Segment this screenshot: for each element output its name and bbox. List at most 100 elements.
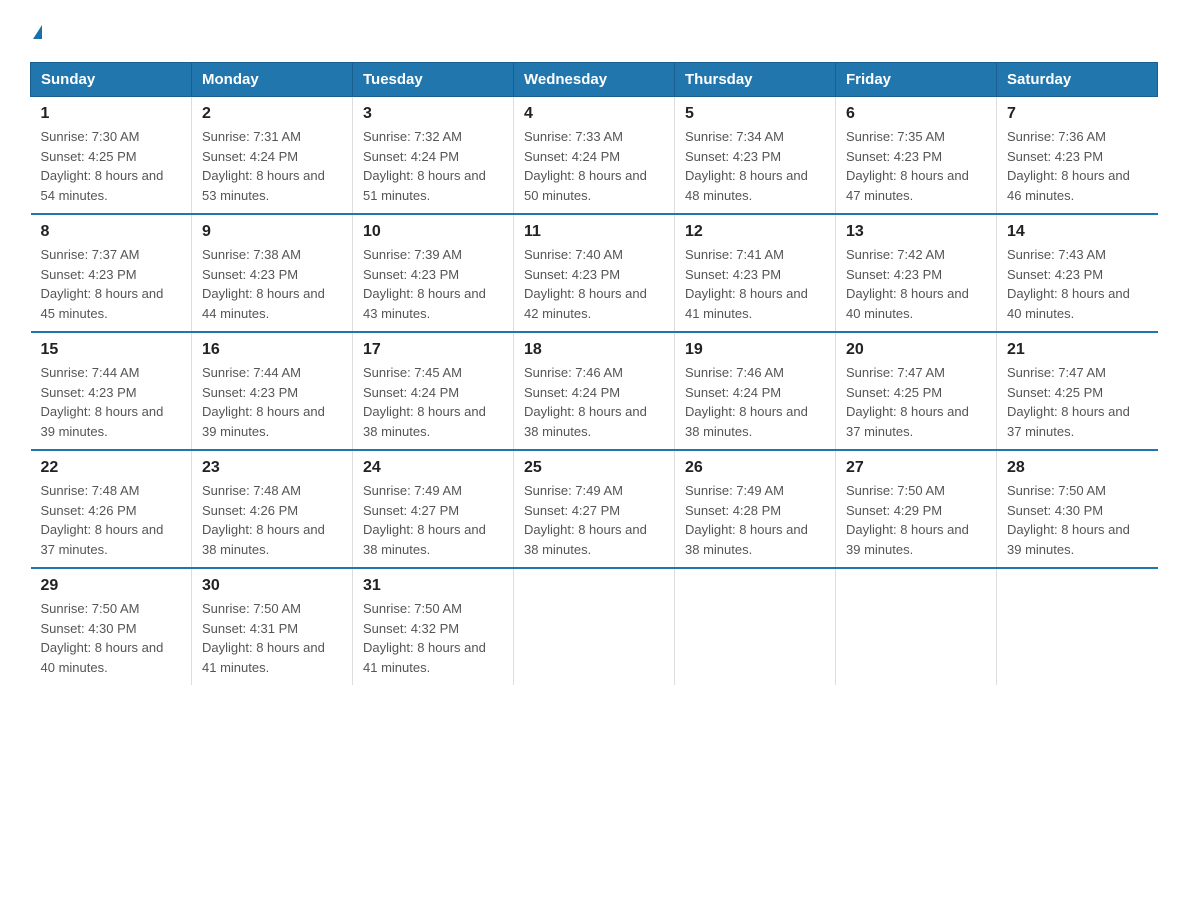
sunrise-label: Sunrise: 7:41 AM — [685, 247, 784, 262]
day-info: Sunrise: 7:47 AM Sunset: 4:25 PM Dayligh… — [846, 363, 986, 441]
calendar-cell: 29 Sunrise: 7:50 AM Sunset: 4:30 PM Dayl… — [31, 568, 192, 685]
day-info: Sunrise: 7:49 AM Sunset: 4:27 PM Dayligh… — [363, 481, 503, 559]
calendar-cell: 3 Sunrise: 7:32 AM Sunset: 4:24 PM Dayli… — [353, 97, 514, 215]
sunset-label: Sunset: 4:26 PM — [41, 503, 137, 518]
header-tuesday: Tuesday — [353, 63, 514, 97]
logo-triangle-icon — [33, 25, 42, 39]
header-sunday: Sunday — [31, 63, 192, 97]
calendar-cell — [997, 568, 1158, 685]
calendar-cell: 26 Sunrise: 7:49 AM Sunset: 4:28 PM Dayl… — [675, 450, 836, 568]
calendar-cell: 17 Sunrise: 7:45 AM Sunset: 4:24 PM Dayl… — [353, 332, 514, 450]
sunset-label: Sunset: 4:24 PM — [524, 385, 620, 400]
daylight-label: Daylight: 8 hours and 54 minutes. — [41, 168, 164, 203]
sunrise-label: Sunrise: 7:37 AM — [41, 247, 140, 262]
sunrise-label: Sunrise: 7:50 AM — [363, 601, 462, 616]
calendar-cell: 8 Sunrise: 7:37 AM Sunset: 4:23 PM Dayli… — [31, 214, 192, 332]
sunset-label: Sunset: 4:23 PM — [1007, 149, 1103, 164]
day-number: 16 — [202, 341, 342, 359]
day-number: 18 — [524, 341, 664, 359]
daylight-label: Daylight: 8 hours and 39 minutes. — [1007, 522, 1130, 557]
calendar-cell: 11 Sunrise: 7:40 AM Sunset: 4:23 PM Dayl… — [514, 214, 675, 332]
calendar-cell: 25 Sunrise: 7:49 AM Sunset: 4:27 PM Dayl… — [514, 450, 675, 568]
sunrise-label: Sunrise: 7:48 AM — [41, 483, 140, 498]
day-info: Sunrise: 7:33 AM Sunset: 4:24 PM Dayligh… — [524, 127, 664, 205]
sunset-label: Sunset: 4:25 PM — [846, 385, 942, 400]
day-info: Sunrise: 7:50 AM Sunset: 4:30 PM Dayligh… — [1007, 481, 1148, 559]
sunset-label: Sunset: 4:24 PM — [685, 385, 781, 400]
week-row-4: 22 Sunrise: 7:48 AM Sunset: 4:26 PM Dayl… — [31, 450, 1158, 568]
day-number: 19 — [685, 341, 825, 359]
daylight-label: Daylight: 8 hours and 37 minutes. — [846, 404, 969, 439]
sunrise-label: Sunrise: 7:47 AM — [846, 365, 945, 380]
day-info: Sunrise: 7:44 AM Sunset: 4:23 PM Dayligh… — [41, 363, 182, 441]
sunset-label: Sunset: 4:27 PM — [524, 503, 620, 518]
day-number: 8 — [41, 223, 182, 241]
day-info: Sunrise: 7:37 AM Sunset: 4:23 PM Dayligh… — [41, 245, 182, 323]
sunrise-label: Sunrise: 7:43 AM — [1007, 247, 1106, 262]
header-wednesday: Wednesday — [514, 63, 675, 97]
daylight-label: Daylight: 8 hours and 41 minutes. — [685, 286, 808, 321]
calendar-cell: 13 Sunrise: 7:42 AM Sunset: 4:23 PM Dayl… — [836, 214, 997, 332]
sunset-label: Sunset: 4:23 PM — [363, 267, 459, 282]
sunrise-label: Sunrise: 7:35 AM — [846, 129, 945, 144]
day-number: 10 — [363, 223, 503, 241]
daylight-label: Daylight: 8 hours and 48 minutes. — [685, 168, 808, 203]
day-number: 13 — [846, 223, 986, 241]
sunrise-label: Sunrise: 7:50 AM — [846, 483, 945, 498]
day-number: 17 — [363, 341, 503, 359]
logo — [30, 20, 42, 52]
sunrise-label: Sunrise: 7:34 AM — [685, 129, 784, 144]
sunset-label: Sunset: 4:30 PM — [1007, 503, 1103, 518]
calendar-cell: 14 Sunrise: 7:43 AM Sunset: 4:23 PM Dayl… — [997, 214, 1158, 332]
sunrise-label: Sunrise: 7:47 AM — [1007, 365, 1106, 380]
sunrise-label: Sunrise: 7:36 AM — [1007, 129, 1106, 144]
sunset-label: Sunset: 4:23 PM — [685, 267, 781, 282]
sunset-label: Sunset: 4:23 PM — [846, 149, 942, 164]
sunset-label: Sunset: 4:23 PM — [41, 385, 137, 400]
sunrise-label: Sunrise: 7:48 AM — [202, 483, 301, 498]
sunrise-label: Sunrise: 7:46 AM — [685, 365, 784, 380]
sunset-label: Sunset: 4:23 PM — [41, 267, 137, 282]
sunrise-label: Sunrise: 7:50 AM — [202, 601, 301, 616]
sunset-label: Sunset: 4:23 PM — [846, 267, 942, 282]
calendar-cell: 27 Sunrise: 7:50 AM Sunset: 4:29 PM Dayl… — [836, 450, 997, 568]
calendar-cell: 21 Sunrise: 7:47 AM Sunset: 4:25 PM Dayl… — [997, 332, 1158, 450]
daylight-label: Daylight: 8 hours and 38 minutes. — [524, 404, 647, 439]
sunset-label: Sunset: 4:28 PM — [685, 503, 781, 518]
day-info: Sunrise: 7:46 AM Sunset: 4:24 PM Dayligh… — [524, 363, 664, 441]
calendar-cell: 16 Sunrise: 7:44 AM Sunset: 4:23 PM Dayl… — [192, 332, 353, 450]
day-number: 23 — [202, 459, 342, 477]
daylight-label: Daylight: 8 hours and 50 minutes. — [524, 168, 647, 203]
day-number: 26 — [685, 459, 825, 477]
daylight-label: Daylight: 8 hours and 38 minutes. — [685, 404, 808, 439]
sunrise-label: Sunrise: 7:39 AM — [363, 247, 462, 262]
sunrise-label: Sunrise: 7:44 AM — [41, 365, 140, 380]
day-info: Sunrise: 7:45 AM Sunset: 4:24 PM Dayligh… — [363, 363, 503, 441]
sunset-label: Sunset: 4:32 PM — [363, 621, 459, 636]
daylight-label: Daylight: 8 hours and 38 minutes. — [202, 522, 325, 557]
daylight-label: Daylight: 8 hours and 45 minutes. — [41, 286, 164, 321]
sunrise-label: Sunrise: 7:30 AM — [41, 129, 140, 144]
calendar-cell: 2 Sunrise: 7:31 AM Sunset: 4:24 PM Dayli… — [192, 97, 353, 215]
day-number: 20 — [846, 341, 986, 359]
week-row-1: 1 Sunrise: 7:30 AM Sunset: 4:25 PM Dayli… — [31, 97, 1158, 215]
sunrise-label: Sunrise: 7:46 AM — [524, 365, 623, 380]
daylight-label: Daylight: 8 hours and 46 minutes. — [1007, 168, 1130, 203]
day-number: 5 — [685, 105, 825, 123]
calendar-header: SundayMondayTuesdayWednesdayThursdayFrid… — [31, 63, 1158, 97]
calendar-cell: 23 Sunrise: 7:48 AM Sunset: 4:26 PM Dayl… — [192, 450, 353, 568]
calendar-cell: 28 Sunrise: 7:50 AM Sunset: 4:30 PM Dayl… — [997, 450, 1158, 568]
daylight-label: Daylight: 8 hours and 39 minutes. — [846, 522, 969, 557]
calendar-cell — [675, 568, 836, 685]
daylight-label: Daylight: 8 hours and 40 minutes. — [1007, 286, 1130, 321]
sunset-label: Sunset: 4:29 PM — [846, 503, 942, 518]
daylight-label: Daylight: 8 hours and 42 minutes. — [524, 286, 647, 321]
day-info: Sunrise: 7:34 AM Sunset: 4:23 PM Dayligh… — [685, 127, 825, 205]
daylight-label: Daylight: 8 hours and 53 minutes. — [202, 168, 325, 203]
sunrise-label: Sunrise: 7:50 AM — [41, 601, 140, 616]
sunset-label: Sunset: 4:23 PM — [1007, 267, 1103, 282]
header-saturday: Saturday — [997, 63, 1158, 97]
day-info: Sunrise: 7:36 AM Sunset: 4:23 PM Dayligh… — [1007, 127, 1148, 205]
sunset-label: Sunset: 4:30 PM — [41, 621, 137, 636]
daylight-label: Daylight: 8 hours and 51 minutes. — [363, 168, 486, 203]
